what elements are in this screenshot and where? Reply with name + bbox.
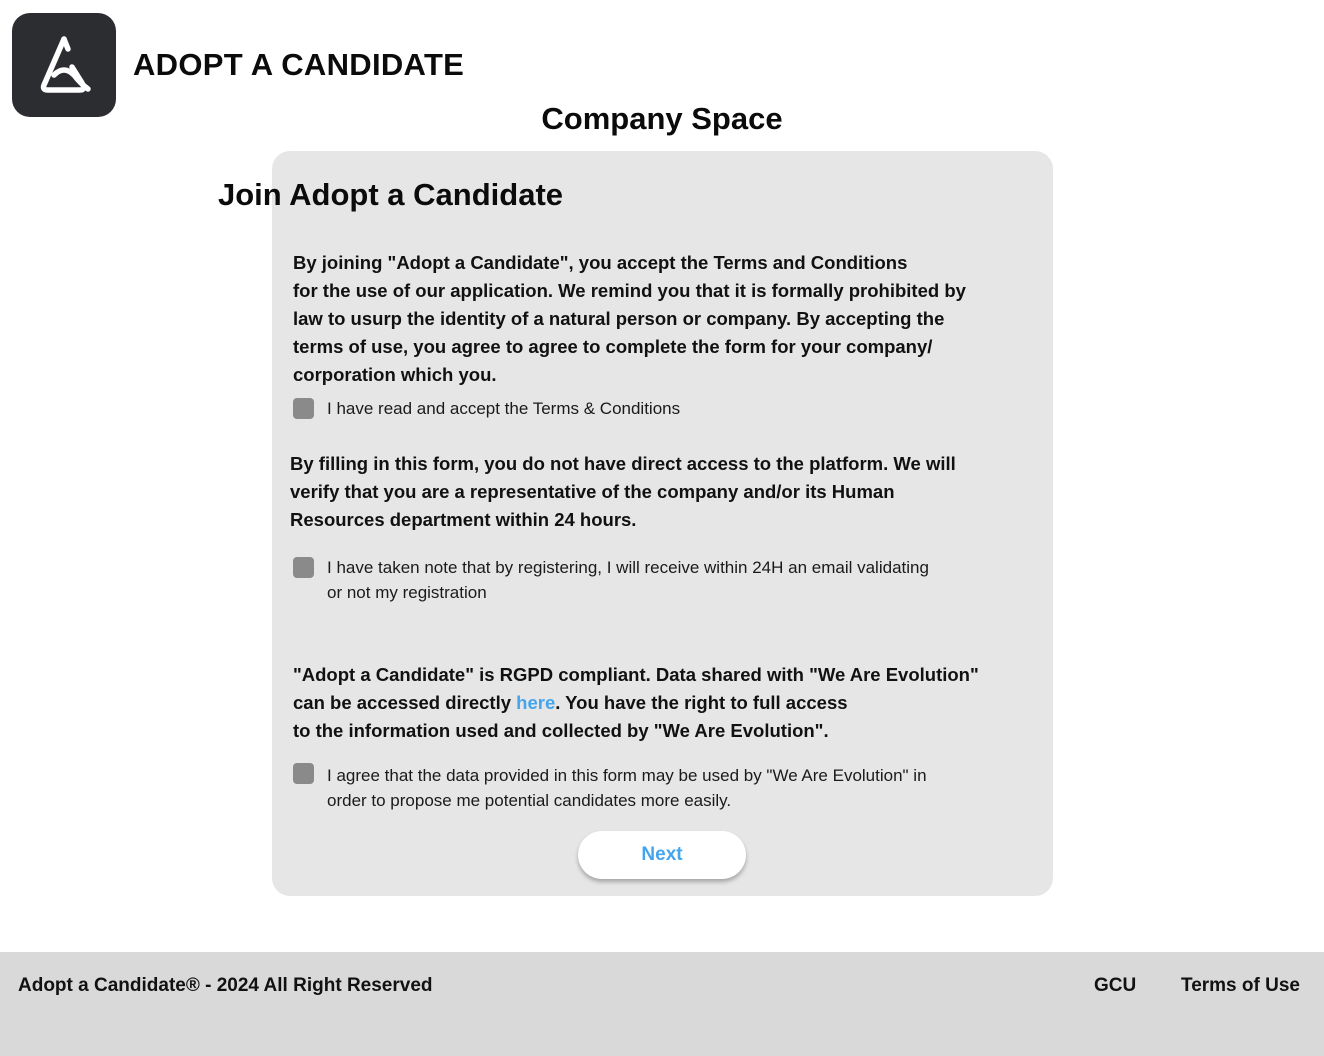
terms-checkbox-label[interactable]: I have read and accept the Terms & Condi…	[327, 396, 680, 421]
verification-checkbox-label-line: I have taken note that by registering, I…	[327, 558, 929, 577]
rgpd-paragraph-line: to the information used and collected by…	[293, 720, 829, 741]
verification-paragraph-line: By filling in this form, you do not have…	[290, 453, 956, 474]
form-title: Join Adopt a Candidate	[217, 177, 564, 212]
terms-paragraph-line: terms of use, you agree to agree to comp…	[293, 336, 933, 357]
brand-name: ADOPT A CANDIDATE	[133, 47, 465, 82]
footer-link-gcu[interactable]: GCU	[1094, 975, 1136, 997]
terms-paragraph-line: law to usurp the identity of a natural p…	[293, 308, 945, 329]
footer-copyright: Adopt a Candidate® - 2024 All Right Rese…	[18, 975, 433, 996]
verification-paragraph: By filling in this form, you do not have…	[290, 450, 956, 534]
terms-paragraph: By joining "Adopt a Candidate", you acce…	[293, 249, 966, 389]
footer: Adopt a Candidate® - 2024 All Right Rese…	[0, 952, 1324, 1056]
rgpd-paragraph: "Adopt a Candidate" is RGPD compliant. D…	[293, 661, 979, 745]
verification-checkbox-label-line: or not my registration	[327, 583, 487, 602]
footer-link-terms-of-use[interactable]: Terms of Use	[1181, 975, 1300, 997]
rgpd-paragraph-line: can be accessed directly here. You have …	[293, 689, 979, 717]
terms-paragraph-line: corporation which you.	[293, 364, 497, 385]
verification-paragraph-line: Resources department within 24 hours.	[290, 509, 637, 530]
data-consent-checkbox[interactable]	[293, 763, 314, 784]
page-title: Company Space	[541, 101, 783, 136]
rgpd-text: can be accessed directly	[293, 692, 517, 713]
rgpd-text: . You have the right to full access	[555, 692, 848, 713]
verification-checkbox-label[interactable]: I have taken note that by registering, I…	[327, 555, 929, 605]
terms-paragraph-line: for the use of our application. We remin…	[293, 280, 966, 301]
data-consent-label-line: order to propose me potential candidates…	[327, 791, 732, 810]
terms-paragraph-line: By joining "Adopt a Candidate", you acce…	[293, 252, 908, 273]
terms-checkbox[interactable]	[293, 398, 314, 419]
terms-checkbox-row[interactable]: I have read and accept the Terms & Condi…	[293, 398, 680, 419]
triangle-knot-logo-icon	[40, 36, 91, 93]
verification-checkbox-row[interactable]: I have taken note that by registering, I…	[293, 557, 929, 602]
verification-paragraph-line: verify that you are a representative of …	[290, 481, 895, 502]
next-button[interactable]: Next	[578, 831, 746, 879]
data-consent-checkbox-row[interactable]: I agree that the data provided in this f…	[293, 763, 927, 810]
data-consent-label-line: I agree that the data provided in this f…	[327, 766, 927, 785]
data-consent-checkbox-label[interactable]: I agree that the data provided in this f…	[327, 763, 927, 813]
rgpd-data-link[interactable]: here	[516, 692, 555, 713]
verification-checkbox[interactable]	[293, 557, 314, 578]
rgpd-paragraph-line: "Adopt a Candidate" is RGPD compliant. D…	[293, 664, 979, 685]
